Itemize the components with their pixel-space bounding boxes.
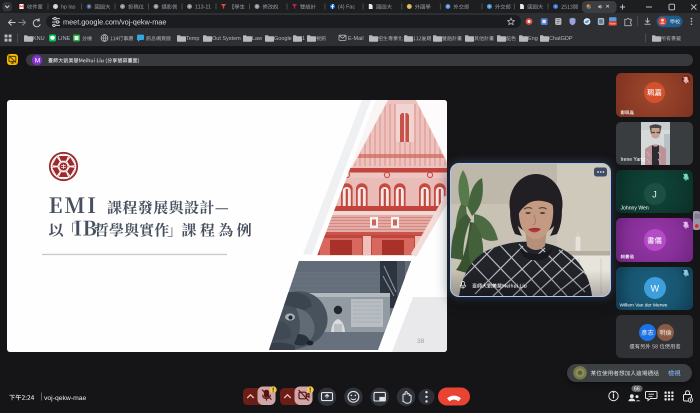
svg-text:Irene Yang: Irene Yang [621, 157, 646, 163]
svg-text:Willem Van der Merwe: Willem Van der Merwe [620, 303, 668, 309]
svg-text:1: 1 [302, 36, 305, 42]
svg-text:Johnny Wen: Johnny Wen [621, 206, 649, 212]
svg-text:(4) Fac: (4) Fac [338, 5, 355, 11]
svg-text:Now: Now [609, 22, 616, 26]
svg-text:voj-qekw-mae: voj-qekw-mae [44, 395, 87, 402]
svg-text:LINE: LINE [58, 36, 71, 42]
svg-text:E-Mail: E-Mail [348, 36, 364, 42]
svg-text:38: 38 [417, 338, 425, 345]
svg-text:hp las: hp las [61, 5, 76, 11]
svg-text:Out System: Out System [212, 36, 241, 42]
svg-text:meet.google.com/voj-qekw-mae: meet.google.com/voj-qekw-mae [63, 17, 166, 26]
svg-text:113-11: 113-11 [195, 5, 211, 11]
svg-text:ChatGDP: ChatGDP [549, 36, 573, 42]
svg-text:M: M [35, 58, 41, 65]
svg-text:Temp: Temp [186, 36, 199, 42]
svg-text:J: J [652, 190, 657, 200]
svg-text:Law: Law [252, 36, 262, 42]
svg-text:Google: Google [274, 36, 292, 42]
svg-text:KNU: KNU [33, 36, 45, 42]
svg-text:W: W [651, 283, 660, 293]
svg-text:Eng: Eng [528, 36, 538, 42]
svg-text:66: 66 [634, 387, 640, 393]
